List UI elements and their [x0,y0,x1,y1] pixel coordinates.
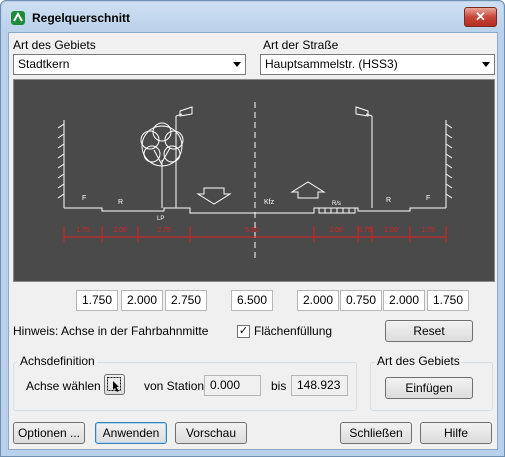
hint-text: Hinweis: Achse in der Fahrbahnmitte [13,324,209,338]
width-field-4[interactable]: 6.500 [231,290,273,311]
stop-label: R/s [332,201,341,207]
schliessen-button[interactable]: Schließen [340,422,412,444]
dimension-label: 2.00 [329,227,343,234]
width-field-2[interactable]: 2.000 [121,290,163,311]
chevron-down-icon [482,62,490,67]
title-bar[interactable]: Regelquerschnitt ✕ [2,2,503,32]
arrow-up-icon [290,181,326,199]
gebiet-label: Art des Gebiets [13,38,96,52]
optionen-button[interactable]: Optionen ... [13,422,85,444]
left-bike-label: R [118,199,123,206]
achse-label: Achse wählen [26,379,101,393]
width-field-5[interactable]: 2.000 [297,290,339,311]
achsdefinition-title: Achsdefinition [18,354,97,368]
gebiet-group-title: Art des Gebiets [375,354,462,368]
cross-section-preview: F R LP Kfz R/s R F 1.75 2.00 2.75 6.50 2… [13,79,495,282]
lane-label: Kfz [264,199,275,206]
right-bike-label: R [386,197,391,204]
dimension-label: 1.75 [421,227,435,234]
dimension-labels: 1.75 2.00 2.75 6.50 2.00 0.75 2.00 1.75 [76,227,435,234]
strasse-label: Art der Straße [263,38,339,52]
einfuegen-button[interactable]: Einfügen [385,377,473,399]
dimension-label: 2.00 [113,227,127,234]
close-button[interactable]: ✕ [464,7,497,27]
left-walk-label: F [82,195,86,202]
right-wall-hatch [445,123,453,199]
von-station-field[interactable]: 0.000 [204,375,261,396]
chevron-down-icon [233,62,241,67]
dimension-label: 2.00 [384,227,398,234]
flaechenfuellung-label: Flächenfüllung [254,324,333,338]
strasse-select-value: Hauptsammelstr. (HSS3) [265,57,398,71]
anwenden-button[interactable]: Anwenden [95,422,167,444]
width-field-1[interactable]: 1.750 [76,290,118,311]
bis-label: bis [271,379,287,393]
strasse-select[interactable]: Hauptsammelstr. (HSS3) [260,54,495,75]
dialog-client: Art des Gebiets Stadtkern Art der Straße… [8,32,498,450]
dimension-label: 0.75 [358,227,372,234]
left-wall-hatch [57,123,65,199]
width-field-3[interactable]: 2.750 [165,290,207,311]
reset-button[interactable]: Reset [385,320,473,342]
bis-station-field[interactable]: 148.923 [291,375,348,396]
gebiet-select-value: Stadtkern [18,57,70,71]
street-lamp-right [355,106,373,208]
width-field-8[interactable]: 1.750 [427,290,469,311]
width-field-7[interactable]: 2.000 [383,290,425,311]
dimension-label: 1.75 [76,227,90,234]
app-icon [11,11,25,25]
width-field-6[interactable]: 0.750 [340,290,382,311]
tree-label: LP [157,216,164,222]
vorschau-button[interactable]: Vorschau [175,422,247,444]
arrow-down-icon [196,187,232,205]
dialog-window: Regelquerschnitt ✕ Art des Gebiets Stadt… [0,0,505,457]
gebiet-select[interactable]: Stadtkern [13,54,246,75]
right-walk-label: F [426,195,430,202]
cross-section-drawing: F R LP Kfz R/s R F 1.75 2.00 2.75 6.50 2… [57,102,453,262]
pick-cursor-icon [107,377,121,392]
dimension-label: 2.75 [157,227,171,234]
tree-symbol [140,122,184,208]
flaechenfuellung-checkbox[interactable]: ✓ [237,325,250,338]
achse-select-button[interactable] [104,374,125,395]
dimension-label: 6.50 [245,227,259,234]
hilfe-button[interactable]: Hilfe [420,422,492,444]
von-station-label: von Station [144,379,205,393]
paving-stones [318,207,356,214]
window-title: Regelquerschnitt [32,11,131,25]
